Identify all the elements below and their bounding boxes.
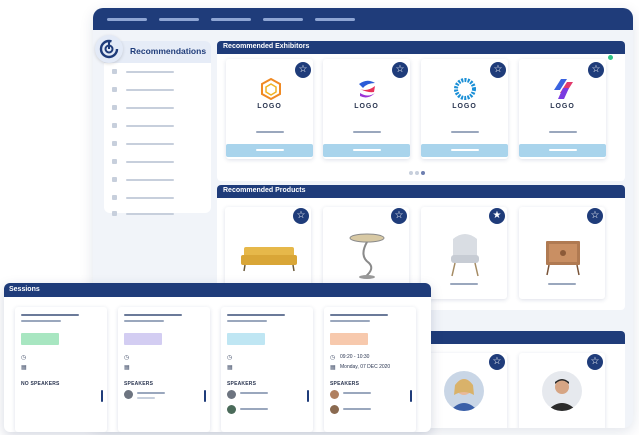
- nav-item[interactable]: [263, 17, 303, 21]
- sessions-panel: Sessions ◷ ▦ NO SPEAKERS ◷ ▦ SPEAKERS ◷ …: [4, 283, 431, 432]
- speakers-label: SPEAKERS: [330, 381, 360, 387]
- session-card[interactable]: ◷ ▦ SPEAKERS: [221, 307, 313, 432]
- speakers-label: SPEAKERS: [124, 381, 154, 387]
- session-tag: [330, 333, 368, 345]
- sidebar-title: Recommendations: [130, 46, 207, 56]
- speaker-avatar[interactable]: [124, 390, 133, 399]
- speaker-avatar[interactable]: [227, 405, 236, 414]
- carousel-dot[interactable]: [415, 171, 419, 175]
- star-icon[interactable]: ☆: [293, 208, 309, 224]
- avatar: [444, 371, 484, 411]
- sidebar-item[interactable]: [112, 177, 192, 183]
- exhibitor-card[interactable]: ☆ LOGO: [421, 59, 508, 159]
- session-tag: [124, 333, 162, 345]
- scroll-indicator[interactable]: [307, 390, 309, 402]
- star-icon[interactable]: ☆: [391, 208, 407, 224]
- star-icon[interactable]: ☆: [489, 354, 505, 370]
- product-card[interactable]: ☆: [519, 207, 605, 299]
- star-icon[interactable]: ☆: [295, 62, 311, 78]
- session-tag: [227, 333, 265, 345]
- star-icon[interactable]: ☆: [588, 62, 604, 78]
- calendar-icon: ▦: [124, 365, 130, 371]
- session-date: Monday, 07 DEC 2020: [340, 364, 391, 370]
- logo-text: LOGO: [452, 103, 477, 110]
- parallelogram-logo-icon: [554, 79, 573, 99]
- logo-text: LOGO: [257, 103, 282, 110]
- exhibitor-card[interactable]: ☆ LOGO: [323, 59, 410, 159]
- sessions-header: Sessions: [4, 283, 431, 297]
- sidebar-item[interactable]: [112, 69, 192, 75]
- nav-item[interactable]: [315, 17, 355, 21]
- exhibitor-action-button[interactable]: [323, 144, 410, 157]
- exhibitor-action-button[interactable]: [519, 144, 606, 157]
- session-card[interactable]: ◷ 09:20 - 10:30 ▦ Monday, 07 DEC 2020 SP…: [324, 307, 416, 432]
- speakers-label: SPEAKERS: [227, 381, 257, 387]
- star-icon[interactable]: ☆: [392, 62, 408, 78]
- swoosh-logo-icon: [359, 80, 375, 98]
- sidebar-item[interactable]: [112, 105, 192, 111]
- session-card[interactable]: ◷ ▦ NO SPEAKERS: [15, 307, 107, 432]
- logo-text: LOGO: [354, 103, 379, 110]
- speaker-avatar[interactable]: [330, 405, 339, 414]
- sidebar-item[interactable]: [112, 211, 192, 217]
- online-status-dot: [608, 55, 613, 60]
- logo-text: LOGO: [550, 103, 575, 110]
- product-card[interactable]: ★: [421, 207, 507, 299]
- side-table-image: [349, 233, 385, 279]
- nav-item[interactable]: [107, 17, 147, 21]
- nav-item[interactable]: [159, 17, 199, 21]
- sidebar: Recommendations: [104, 41, 211, 216]
- speaker-avatar[interactable]: [330, 390, 339, 399]
- sidebar-item[interactable]: [112, 141, 192, 147]
- sidebar-item[interactable]: [112, 195, 192, 201]
- recommendations-icon[interactable]: [95, 35, 123, 63]
- sidebar-item[interactable]: [112, 87, 192, 93]
- star-icon[interactable]: ☆: [587, 208, 603, 224]
- carousel-dot-active[interactable]: [421, 171, 425, 175]
- session-tag: [21, 333, 59, 345]
- exhibitor-action-button[interactable]: [421, 144, 508, 157]
- session-card[interactable]: ◷ ▦ SPEAKERS: [118, 307, 210, 432]
- exhibitor-action-button[interactable]: [226, 144, 313, 157]
- star-icon[interactable]: ☆: [490, 62, 506, 78]
- speaker-avatar[interactable]: [227, 390, 236, 399]
- clock-icon: ◷: [124, 355, 130, 361]
- sidebar-item[interactable]: [112, 159, 192, 165]
- speakers-label: NO SPEAKERS: [21, 381, 60, 387]
- calendar-icon: ▦: [21, 365, 27, 371]
- clock-icon: ◷: [330, 355, 336, 361]
- exhibitor-card[interactable]: ☆ LOGO: [226, 59, 313, 159]
- products-header: Recommended Products: [217, 185, 625, 198]
- hexagon-logo-icon: [261, 78, 281, 100]
- avatar: [542, 371, 582, 411]
- calendar-icon: ▦: [330, 365, 336, 371]
- session-time: 09:20 - 10:30: [340, 354, 370, 360]
- person-card[interactable]: ☆: [519, 353, 605, 428]
- sidebar-item[interactable]: [112, 123, 192, 129]
- sofa-image: [241, 247, 297, 272]
- nav-item[interactable]: [211, 17, 251, 21]
- star-icon[interactable]: ☆: [587, 354, 603, 370]
- exhibitor-card[interactable]: ☆ LOGO: [519, 55, 613, 159]
- exhibitors-panel: Recommended Exhibitors ☆ LOGO ☆ LOGO ☆ L…: [217, 41, 625, 181]
- scroll-indicator[interactable]: [101, 390, 103, 402]
- sun-logo-icon: [454, 78, 476, 100]
- person-card[interactable]: ☆: [421, 353, 507, 428]
- cabinet-image: [546, 241, 580, 276]
- carousel-dot[interactable]: [409, 171, 413, 175]
- top-navigation: [93, 8, 633, 30]
- star-filled-icon[interactable]: ★: [489, 208, 505, 224]
- calendar-icon: ▦: [227, 365, 233, 371]
- clock-icon: ◷: [21, 355, 27, 361]
- exhibitors-header: Recommended Exhibitors: [217, 41, 625, 54]
- scroll-indicator[interactable]: [204, 390, 206, 402]
- clock-icon: ◷: [227, 355, 233, 361]
- scroll-indicator[interactable]: [410, 390, 412, 402]
- armchair-image: [451, 234, 479, 277]
